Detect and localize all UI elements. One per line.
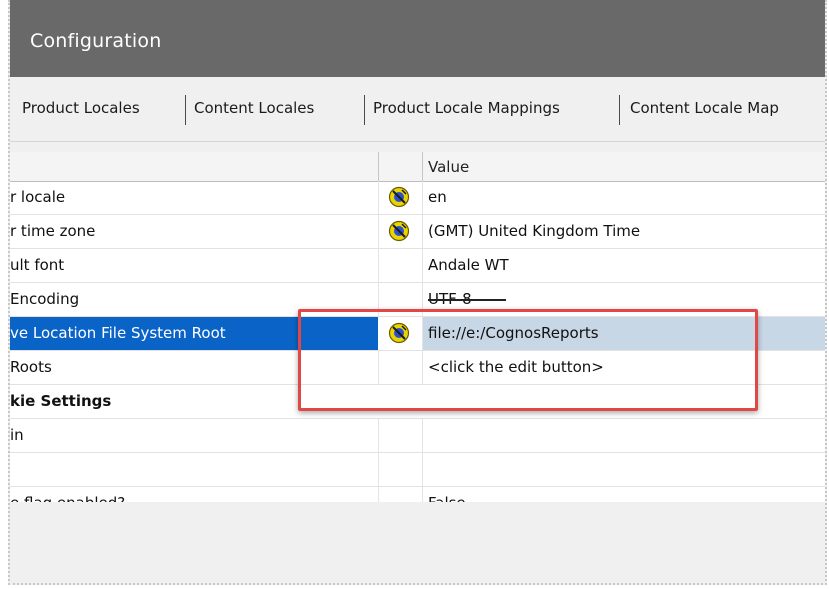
property-name: Roots (10, 358, 52, 376)
tab-content-locale-mappings[interactable]: Content Locale Map (630, 95, 779, 121)
title-bar: Configuration (10, 0, 825, 77)
window-frame: Configuration Product Locales Content Lo… (8, 0, 827, 585)
grid-header: Value (10, 152, 825, 182)
property-name: ve Location File System Root (10, 324, 226, 342)
tab-product-locales[interactable]: Product Locales (22, 95, 140, 121)
settings-edit-icon[interactable] (388, 186, 410, 208)
icon-column-header[interactable] (379, 152, 423, 181)
tab-content-locales[interactable]: Content Locales (194, 95, 314, 121)
property-name: ult font (10, 256, 65, 274)
tab-product-locale-mappings[interactable]: Product Locale Mappings (373, 95, 560, 121)
table-row[interactable]: ult font Andale WT (10, 249, 825, 283)
settings-edit-icon[interactable] (388, 220, 410, 242)
property-name: r time zone (10, 222, 96, 240)
name-column-header[interactable] (10, 152, 379, 181)
callout-highlight-box (298, 309, 758, 411)
section-name: kie Settings (10, 392, 112, 410)
table-row[interactable]: r time zone (GMT) United Kingdom Time (10, 215, 825, 249)
property-name: r locale (10, 188, 66, 206)
tab-separator (619, 95, 620, 125)
table-row[interactable] (10, 453, 825, 487)
value-column-label: Value (428, 158, 470, 176)
tab-separator (364, 95, 365, 125)
property-name: in (10, 426, 24, 444)
property-value[interactable]: Andale WT (428, 256, 509, 274)
description-pane (10, 502, 825, 583)
table-row[interactable]: in (10, 419, 825, 453)
property-name: Encoding (10, 290, 80, 308)
value-column-header[interactable] (423, 152, 825, 181)
window-title: Configuration (30, 30, 162, 52)
strikethrough-line (428, 299, 506, 301)
property-value[interactable]: (GMT) United Kingdom Time (428, 222, 640, 240)
tab-strip: Product Locales Content Locales Product … (10, 77, 825, 142)
tab-separator (185, 95, 186, 125)
table-row[interactable]: r locale en (10, 181, 825, 215)
property-value[interactable]: en (428, 188, 447, 206)
